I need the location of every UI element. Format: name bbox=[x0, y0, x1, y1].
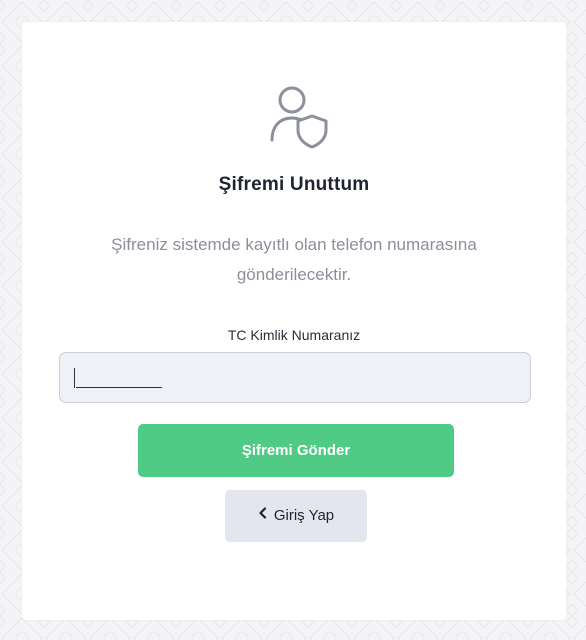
text-caret bbox=[74, 368, 75, 388]
tc-number-label: TC Kimlik Numaranız bbox=[227, 327, 361, 343]
tc-number-input-wrapper[interactable] bbox=[59, 352, 531, 403]
back-to-login-label: Giriş Yap bbox=[273, 507, 335, 525]
tc-number-input[interactable] bbox=[74, 353, 514, 402]
back-to-login-button[interactable]: Giriş Yap bbox=[225, 490, 367, 542]
page-description: Şifreniz sistemde kayıtlı olan telefon n… bbox=[111, 235, 477, 284]
chevron-left-icon bbox=[258, 489, 268, 541]
page-title: Şifremi Unuttum bbox=[218, 174, 370, 195]
user-shield-icon bbox=[268, 82, 332, 150]
send-password-button[interactable]: Şifremi Gönder bbox=[138, 424, 454, 477]
forgot-password-card: Şifremi Unuttum Şifreniz sistemde kayıtl… bbox=[22, 22, 566, 620]
input-mask-underline bbox=[76, 387, 162, 388]
